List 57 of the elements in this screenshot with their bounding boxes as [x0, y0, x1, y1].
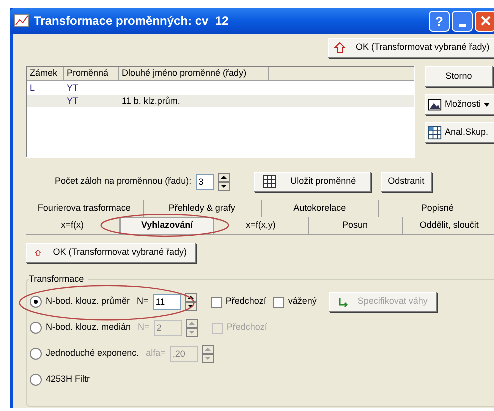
chart-icon [14, 13, 30, 29]
table-grid-icon [262, 175, 277, 189]
close-icon [480, 16, 490, 26]
param-label: N= [138, 321, 150, 334]
column-header[interactable]: Proměnná [64, 67, 119, 80]
tab[interactable]: x=f(x,y) [214, 217, 309, 234]
option-label: N-bod. klouz. medián [46, 321, 132, 334]
dropdown-arrow-icon [484, 102, 490, 106]
checkbox[interactable] [273, 296, 284, 308]
radio-button[interactable] [30, 296, 42, 308]
tab[interactable]: Autokorelace [262, 200, 380, 217]
option-label: N-bod. klouz. průměr [46, 295, 130, 308]
minimize-icon [459, 24, 466, 26]
table-cell: L [30, 83, 36, 93]
remove-button[interactable]: Odstranit [381, 172, 432, 192]
checkbox-label: Předchozí [226, 321, 268, 334]
checkbox-label: vážený [288, 295, 317, 308]
table-cell: YT [67, 83, 79, 93]
spinner-icon[interactable] [184, 293, 197, 311]
column-header[interactable]: Dlouhé jméno proměnné (řady) [119, 67, 269, 80]
picture-frame-icon [428, 98, 442, 112]
window-title: Transformace proměnných: cv_12 [34, 13, 229, 30]
table-row[interactable]: YT 11 b. klz.prům. [27, 95, 414, 107]
radio-button[interactable] [30, 322, 42, 334]
ok-button[interactable]: OK (Transformovat vybrané řady) [328, 38, 494, 58]
side-button[interactable]: Anal.Skup. [425, 122, 494, 143]
radio-button[interactable] [30, 374, 42, 386]
table-grid-icon [428, 126, 442, 140]
tab[interactable]: Vyhlazování [120, 217, 214, 234]
house-icon [334, 42, 346, 54]
tab[interactable]: Popisné [379, 200, 494, 217]
tab[interactable]: Oddělit, sloučit [402, 217, 494, 234]
backups-label: Počet záloh na proměnnou (řadu): [55, 175, 192, 188]
save-variables-button[interactable]: Uložit proměnné [254, 172, 372, 192]
options-menu-button[interactable]: Možnosti [425, 94, 494, 115]
spinner-icon[interactable] [218, 173, 230, 191]
checkbox[interactable] [210, 296, 222, 308]
option-label: 4253H Filtr [46, 373, 90, 386]
tab[interactable]: Posun [308, 217, 403, 234]
minimize-button[interactable] [452, 10, 473, 32]
side-button[interactable]: Storno [425, 66, 493, 87]
backups-field[interactable]: 3 [196, 174, 214, 190]
arrow-icon [338, 296, 350, 308]
radio-button[interactable] [30, 348, 42, 360]
close-button[interactable] [475, 10, 494, 32]
help-button[interactable]: ? [429, 10, 450, 32]
param-field[interactable]: 11 [152, 294, 181, 310]
table-cell: YT [67, 96, 79, 106]
panel-ok-button[interactable]: OK (Transformovat vybrané řady) [26, 243, 196, 263]
table-cell: 11 b. klz.prům. [122, 96, 180, 106]
param-label: alfa= [146, 347, 166, 360]
param-label: N= [137, 295, 149, 308]
option-label: Jednoduché exponenc. [46, 347, 140, 360]
column-header[interactable]: Zámek [27, 67, 64, 80]
checkbox-label: Předchozí [226, 295, 266, 308]
table-row[interactable]: L YT [27, 82, 414, 94]
house-icon [35, 247, 42, 259]
